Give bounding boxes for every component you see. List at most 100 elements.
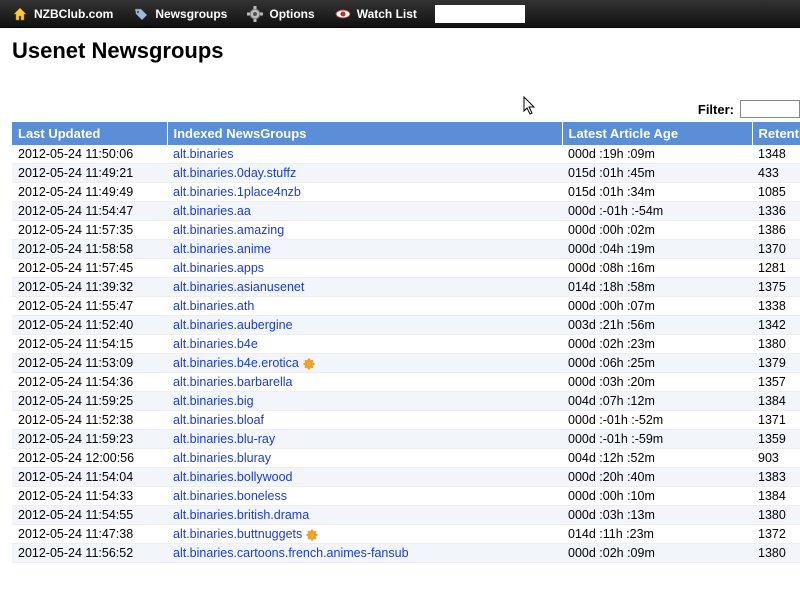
cell-retention: 1375 [752, 278, 800, 297]
table-row: 2012-05-24 11:47:38alt.binaries.buttnugg… [12, 525, 800, 544]
newsgroup-link[interactable]: alt.binaries.bluray [173, 451, 271, 465]
nav-home[interactable]: NZBClub.com [6, 2, 125, 26]
cell-age: 004d :07h :12m [562, 392, 752, 411]
col-header-updated[interactable]: Last Updated [12, 122, 167, 145]
cell-retention: 433 [752, 164, 800, 183]
nav-watchlist[interactable]: Watch List [329, 2, 429, 26]
nav-label: NZBClub.com [34, 7, 113, 21]
cell-updated: 2012-05-24 11:39:32 [12, 278, 167, 297]
cell-newsgroup: alt.binaries.0day.stuffz [167, 164, 562, 183]
table-row: 2012-05-24 11:55:47alt.binaries.ath000d … [12, 297, 800, 316]
table-row: 2012-05-24 11:52:38alt.binaries.bloaf000… [12, 411, 800, 430]
table-row: 2012-05-24 11:57:45alt.binaries.apps000d… [12, 259, 800, 278]
newsgroup-link[interactable]: alt.binaries.asianusenet [173, 280, 304, 294]
newsgroup-link[interactable]: alt.binaries.0day.stuffz [173, 166, 296, 180]
newsgroup-link[interactable]: alt.binaries.cartoons.french.animes-fans… [173, 546, 409, 560]
cell-newsgroup: alt.binaries.cartoons.french.animes-fans… [167, 544, 562, 563]
table-row: 2012-05-24 11:50:06 alt.binaries 000d :19h… [12, 145, 800, 164]
newsgroup-link[interactable]: alt.binaries.amazing [173, 223, 284, 237]
gear-icon [247, 6, 263, 22]
newsgroup-link[interactable]: alt.binaries.blu-ray [173, 432, 275, 446]
newsgroup-link[interactable]: alt.binaries.boneless [173, 489, 287, 503]
cell-age: 000d :06h :25m [562, 354, 752, 373]
cell-age: 000d :00h :02m [562, 221, 752, 240]
cell-retention: 1338 [752, 297, 800, 316]
cell-newsgroup: alt.binaries.boneless [167, 487, 562, 506]
newsgroup-link[interactable]: alt.binaries.big [173, 394, 254, 408]
adult-content-icon [306, 529, 318, 541]
cell-age: 014d :18h :58m [562, 278, 752, 297]
col-header-name[interactable]: Indexed NewsGroups [167, 122, 562, 145]
col-header-retention[interactable]: Retention [752, 122, 800, 145]
cell-retention: 903 [752, 449, 800, 468]
cell-newsgroup: alt.binaries.1place4nzb [167, 183, 562, 202]
eye-icon [335, 6, 351, 22]
cell-newsgroup: alt.binaries.asianusenet [167, 278, 562, 297]
newsgroup-link[interactable]: alt.binaries [173, 147, 233, 161]
cell-updated: 2012-05-24 12:00:56 [12, 449, 167, 468]
filter-input[interactable] [740, 100, 800, 118]
cell-age: 000d :03h :13m [562, 506, 752, 525]
nav-newsgroups[interactable]: Newsgroups [127, 2, 239, 26]
cell-age: 000d :20h :40m [562, 468, 752, 487]
cell-newsgroup: alt.binaries.aa [167, 202, 562, 221]
cell-newsgroup: alt.binaries.bollywood [167, 468, 562, 487]
newsgroup-link[interactable]: alt.binaries.bollywood [173, 470, 293, 484]
cell-newsgroup: alt.binaries.bloaf [167, 411, 562, 430]
newsgroup-link[interactable]: alt.binaries.buttnuggets [173, 527, 302, 541]
cell-age: 000d :00h :10m [562, 487, 752, 506]
cell-age: 000d :19h :09m [562, 145, 752, 164]
cell-age: 000d :-01h :-54m [562, 202, 752, 221]
cell-updated: 2012-05-24 11:54:55 [12, 506, 167, 525]
cell-updated: 2012-05-24 11:57:35 [12, 221, 167, 240]
cell-updated: 2012-05-24 11:50:06 [12, 145, 167, 164]
cell-updated: 2012-05-24 11:49:49 [12, 183, 167, 202]
table-row: 2012-05-24 11:49:21 alt.binaries.0day.stu… [12, 164, 800, 183]
newsgroup-link[interactable]: alt.binaries.1place4nzb [173, 185, 301, 199]
cell-newsgroup: alt.binaries.bluray [167, 449, 562, 468]
newsgroup-link[interactable]: alt.binaries.apps [173, 261, 264, 275]
cell-updated: 2012-05-24 11:54:36 [12, 373, 167, 392]
cell-retention: 1380 [752, 335, 800, 354]
cell-retention: 1380 [752, 506, 800, 525]
cell-updated: 2012-05-24 11:57:45 [12, 259, 167, 278]
col-header-age[interactable]: Latest Article Age [562, 122, 752, 145]
cell-newsgroup: alt.binaries.british.drama [167, 506, 562, 525]
table-row: 2012-05-24 11:54:15alt.binaries.b4e000d … [12, 335, 800, 354]
newsgroup-link[interactable]: alt.binaries.ath [173, 299, 254, 313]
table-row: 2012-05-24 11:54:47alt.binaries.aa000d :… [12, 202, 800, 221]
table-row: 2012-05-24 11:59:25alt.binaries.big004d … [12, 392, 800, 411]
cell-age: 000d :02h :09m [562, 544, 752, 563]
cell-retention: 1357 [752, 373, 800, 392]
newsgroup-link[interactable]: alt.binaries.barbarella [173, 375, 293, 389]
cell-age: 000d :-01h :-59m [562, 430, 752, 449]
newsgroup-link[interactable]: alt.binaries.b4e [173, 337, 258, 351]
top-search-input[interactable] [435, 5, 525, 23]
newsgroup-link[interactable]: alt.binaries.b4e.erotica [173, 356, 299, 370]
cell-updated: 2012-05-24 11:52:38 [12, 411, 167, 430]
cell-updated: 2012-05-24 11:52:40 [12, 316, 167, 335]
cell-age: 000d :03h :20m [562, 373, 752, 392]
newsgroup-link[interactable]: alt.binaries.bloaf [173, 413, 264, 427]
newsgroup-link[interactable]: alt.binaries.anime [173, 242, 271, 256]
cell-newsgroup: alt.binaries [167, 145, 562, 164]
nav-label: Newsgroups [155, 7, 227, 21]
cell-age: 004d :12h :52m [562, 449, 752, 468]
cell-newsgroup: alt.binaries.big [167, 392, 562, 411]
cell-updated: 2012-05-24 11:54:33 [12, 487, 167, 506]
table-row: 2012-05-24 11:54:55 alt.binaries.british.… [12, 506, 800, 525]
cell-updated: 2012-05-24 11:53:09 [12, 354, 167, 373]
cell-retention: 1359 [752, 430, 800, 449]
cell-updated: 2012-05-24 11:59:23 [12, 430, 167, 449]
cell-retention: 1386 [752, 221, 800, 240]
cell-updated: 2012-05-24 11:49:21 [12, 164, 167, 183]
newsgroup-link[interactable]: alt.binaries.aubergine [173, 318, 293, 332]
newsgroup-link[interactable]: alt.binaries.aa [173, 204, 251, 218]
nav-options[interactable]: Options [241, 2, 326, 26]
newsgroup-link[interactable]: alt.binaries.british.drama [173, 508, 309, 522]
cell-retention: 1372 [752, 525, 800, 544]
home-icon [12, 6, 28, 22]
cell-retention: 1336 [752, 202, 800, 221]
cell-age: 000d :00h :07m [562, 297, 752, 316]
cell-retention: 1380 [752, 544, 800, 563]
